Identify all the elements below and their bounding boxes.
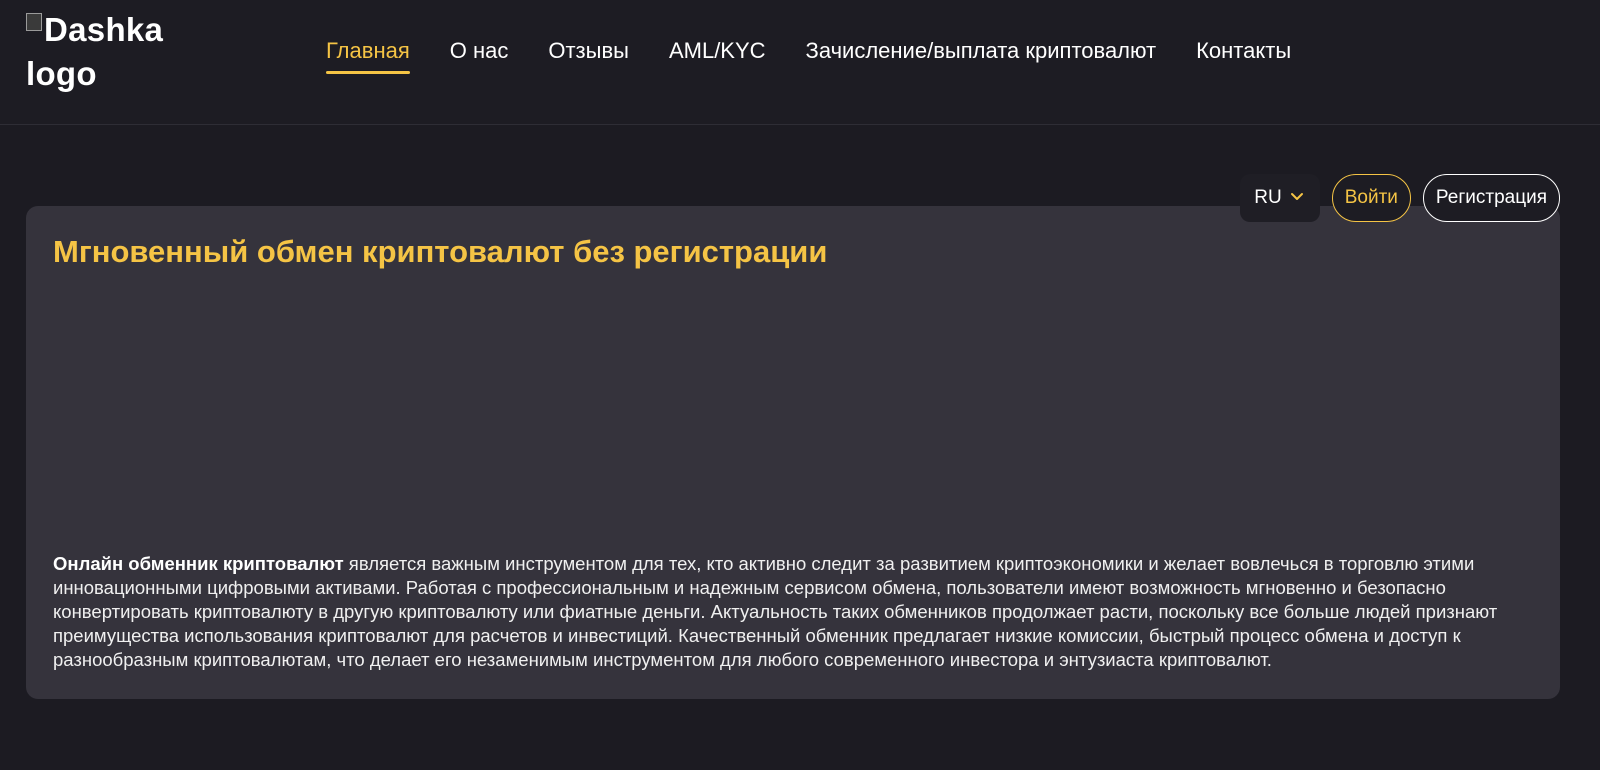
nav-item-aml-kyc[interactable]: AML/KYC: [669, 36, 766, 74]
intro-paragraph: Онлайн обменник криптовалют является важ…: [53, 552, 1533, 672]
register-button[interactable]: Регистрация: [1422, 174, 1560, 222]
language-selector[interactable]: RU: [1240, 174, 1320, 222]
nav-item-contacts[interactable]: Контакты: [1196, 36, 1291, 74]
nav-item-reviews[interactable]: Отзывы: [548, 36, 629, 74]
chevron-down-icon: [1290, 189, 1304, 205]
header-controls: RU Войти Регистрация: [1240, 174, 1560, 222]
hero-card: Мгновенный обмен криптовалют без регистр…: [26, 206, 1560, 699]
broken-image-icon: [26, 13, 42, 31]
nav-item-crypto-deposit-withdrawal[interactable]: Зачисление/выплата криптовалют: [806, 36, 1157, 74]
nav-item-home[interactable]: Главная: [326, 36, 410, 74]
site-header: Dashka logo Главная О нас Отзывы AML/KYC…: [0, 0, 1600, 125]
login-button[interactable]: Войти: [1331, 174, 1411, 222]
main-nav: Главная О нас Отзывы AML/KYC Зачисление/…: [326, 36, 1291, 80]
logo-alt-text: Dashka logo: [26, 11, 164, 92]
page-title: Мгновенный обмен криптовалют без регистр…: [53, 234, 828, 269]
logo[interactable]: Dashka logo: [26, 8, 196, 96]
nav-item-about[interactable]: О нас: [450, 36, 509, 74]
language-label: RU: [1254, 187, 1282, 208]
intro-bold-phrase: Онлайн обменник криптовалют: [53, 553, 344, 574]
